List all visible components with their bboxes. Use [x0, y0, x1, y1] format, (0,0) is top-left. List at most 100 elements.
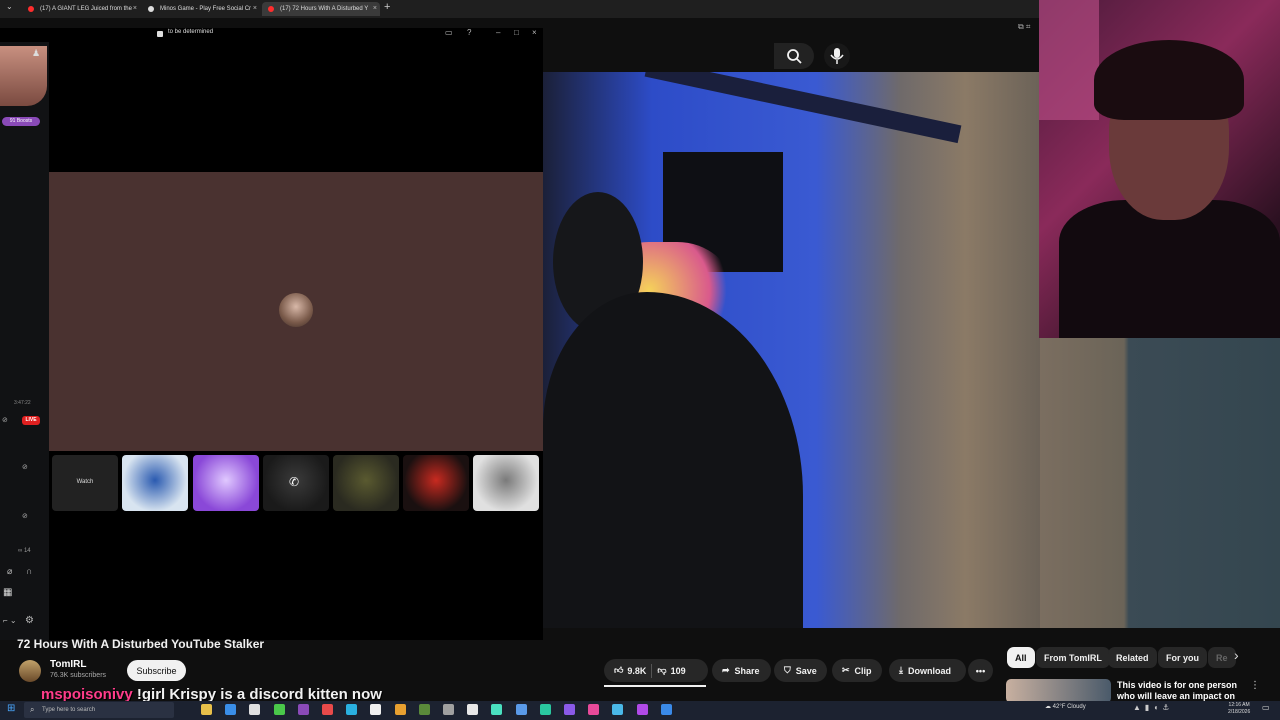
chevron-right-icon[interactable]: ›	[1234, 647, 1239, 663]
close-tab-icon[interactable]: ×	[133, 2, 137, 16]
help-icon[interactable]: ?	[467, 28, 471, 37]
dislike-button[interactable]: 👎︎ 109	[657, 665, 685, 676]
dislike-count: 109	[670, 665, 686, 676]
browser-tab[interactable]: (17) A GIANT LEG Juiced from the ×	[22, 2, 140, 16]
video-frame-shelf	[644, 72, 962, 144]
like-count: 9.8K	[627, 665, 647, 676]
taskbar-app-icon[interactable]	[564, 704, 575, 715]
download-button[interactable]: ⤓ Download	[889, 659, 966, 682]
chip-all[interactable]: All	[1007, 647, 1035, 668]
taskbar-app-icon[interactable]	[443, 704, 454, 715]
popout-icon[interactable]: ▭	[445, 28, 453, 37]
clock-date: 2/18/2026	[1228, 709, 1251, 715]
new-tab-button[interactable]: +	[384, 1, 390, 13]
browser-tab[interactable]: Minos Game - Play Free Social Cr ×	[142, 2, 260, 16]
save-label: Save	[795, 665, 817, 676]
participant-tile[interactable]	[403, 455, 469, 511]
settings-gear-icon[interactable]: ⚙	[25, 615, 34, 626]
video-frame-person-hoodie	[543, 292, 803, 628]
subscribe-button[interactable]: Subscribe	[127, 660, 186, 681]
discord-stream-area	[49, 42, 543, 172]
stream-icon: ⊘	[2, 417, 8, 424]
system-tray-icons[interactable]: ▲▮◖⚓	[1133, 703, 1173, 712]
clip-button[interactable]: ✂ Clip	[832, 659, 882, 682]
taskbar-app-icon[interactable]	[370, 704, 382, 715]
taskbar-app-icon[interactable]	[201, 704, 212, 715]
chip-recently-uploaded[interactable]: Re	[1208, 647, 1236, 668]
taskbar-app-icon[interactable]	[273, 704, 285, 715]
participant-tile[interactable]	[333, 455, 399, 511]
clock-time: 12:16 AM	[1228, 702, 1250, 708]
watch-label: Watch	[76, 479, 94, 485]
taskbar-app-icon[interactable]	[346, 704, 358, 715]
close-tab-icon[interactable]: ×	[373, 2, 377, 16]
taskbar-app-icon[interactable]	[394, 704, 406, 715]
taskbar-app-icon[interactable]	[225, 704, 237, 715]
close-tab-icon[interactable]: ×	[253, 2, 257, 16]
search-button[interactable]	[774, 43, 814, 69]
extensions-icon[interactable]: ⧉ ⌗	[1018, 22, 1030, 32]
scissors-icon: ✂	[842, 665, 850, 675]
weather-text: 42°F Cloudy	[1052, 704, 1086, 710]
headset-icon[interactable]: ∩	[26, 566, 32, 576]
like-button[interactable]: 👍︎ 9.8K	[614, 665, 646, 676]
taskbar-app-icon[interactable]	[588, 704, 600, 715]
maximize-icon[interactable]: □	[514, 28, 519, 37]
live-badge: LIVE	[22, 416, 40, 425]
browser-tab-active[interactable]: (17) 72 Hours With A Disturbed Y ×	[262, 2, 380, 16]
speaker-avatar[interactable]	[279, 293, 313, 327]
weather-widget[interactable]: ☁ 42°F Cloudy	[1045, 703, 1086, 710]
taskbar-app-icon[interactable]	[660, 704, 672, 715]
mute-icon[interactable]: ⌀	[7, 566, 12, 577]
taskbar-app-icon[interactable]	[636, 704, 648, 715]
disconnect-icon[interactable]: ⌐ ⌄	[3, 616, 17, 625]
participant-tile[interactable]	[122, 455, 188, 511]
share-button[interactable]: ➦ Share	[712, 659, 771, 682]
close-window-icon[interactable]: ×	[532, 28, 537, 37]
taskbar-search[interactable]: ⌕ Type here to search	[24, 702, 174, 718]
webcam-person-body	[1059, 200, 1280, 338]
taskbar-app-icon[interactable]	[491, 704, 503, 715]
kebab-menu-icon[interactable]: ⋮	[1250, 680, 1260, 691]
more-actions-button[interactable]: •••	[968, 659, 993, 682]
taskbar-app-icon[interactable]	[467, 704, 479, 715]
thumbs-down-icon: 👎︎	[657, 665, 667, 675]
youtube-favicon-icon	[268, 6, 274, 12]
youtube-favicon-icon	[28, 6, 34, 12]
notification-icon[interactable]: ▭	[1262, 703, 1270, 712]
download-icon: ⤓	[899, 665, 903, 675]
participant-tile[interactable]	[193, 455, 259, 511]
chip-related[interactable]: Related	[1108, 647, 1157, 668]
search-icon	[787, 49, 802, 64]
taskbar-app-icon[interactable]	[418, 704, 430, 715]
channel-name[interactable]: TomIRL	[50, 659, 86, 670]
windows-start-icon[interactable]: ⊞	[7, 703, 15, 714]
chip-for-you[interactable]: For you	[1158, 647, 1207, 668]
taskbar-app-icon[interactable]	[322, 704, 333, 715]
clock[interactable]: 12:16 AM 2/18/2026	[1228, 702, 1250, 716]
watch-stream-tile[interactable]: Watch	[52, 455, 118, 511]
download-label: Download	[907, 665, 951, 676]
boosts-badge[interactable]: 91 Boosts	[2, 117, 40, 126]
participant-tile[interactable]: ✆	[263, 455, 329, 511]
webcam-background-light	[1039, 0, 1099, 120]
tab-search-icon[interactable]: ⌄	[6, 2, 13, 11]
minimize-icon[interactable]: –	[496, 28, 500, 37]
taskbar-app-icon[interactable]	[539, 704, 551, 715]
chip-from-channel[interactable]: From TomIRL	[1036, 647, 1110, 668]
taskbar-app-icon[interactable]	[612, 704, 624, 715]
user-add-icon[interactable]: ♟	[32, 48, 40, 59]
taskbar-app-icon[interactable]	[249, 704, 261, 715]
channel-avatar[interactable]	[19, 660, 41, 682]
tab-title: Minos Game - Play Free Social Cr	[160, 6, 252, 12]
tab-title: (17) 72 Hours With A Disturbed Y	[280, 6, 369, 12]
participant-tile[interactable]	[473, 455, 539, 511]
save-button[interactable]: ⛉ Save	[774, 659, 827, 682]
voice-search-button[interactable]	[824, 43, 850, 69]
recommended-thumbnail[interactable]	[1006, 679, 1111, 703]
video-frame-wall	[1040, 338, 1280, 628]
taskbar-app-icon[interactable]	[515, 704, 527, 715]
taskbar-app-icon[interactable]	[297, 704, 309, 715]
video-player[interactable]	[543, 72, 1040, 628]
apps-icon[interactable]: ▦	[3, 587, 12, 598]
